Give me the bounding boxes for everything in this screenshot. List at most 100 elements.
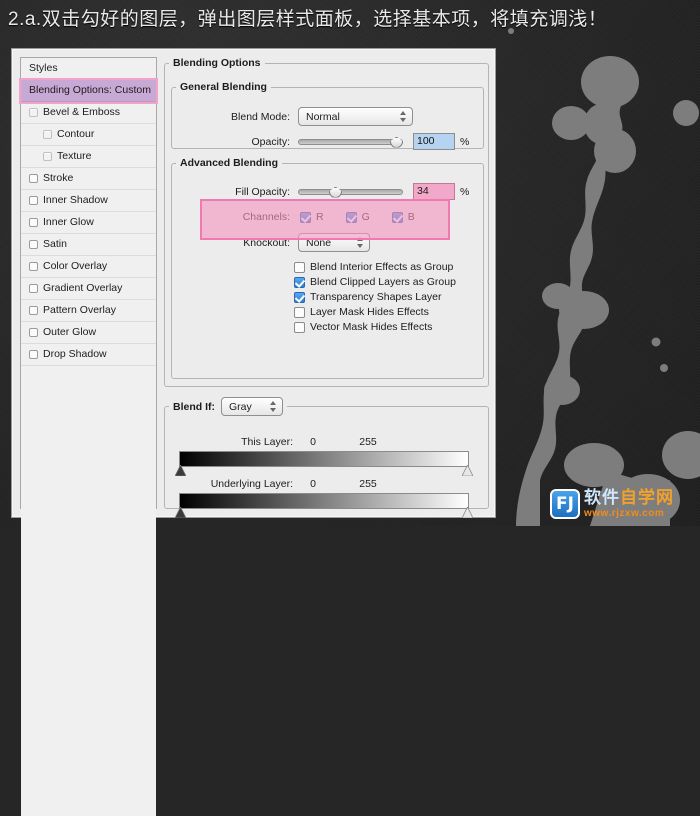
checkbox-icon[interactable] bbox=[29, 306, 38, 315]
checkbox-row-transparency-shapes-layer[interactable]: Transparency Shapes Layer bbox=[294, 291, 456, 303]
layer-style-dialog: Styles Blending Options: Custom Bevel & … bbox=[11, 48, 496, 816]
checkbox-icon[interactable] bbox=[29, 240, 38, 249]
checkbox-icon[interactable] bbox=[345, 211, 357, 223]
channel-label: G bbox=[361, 211, 370, 223]
watermark-name-blue: 软件 bbox=[584, 488, 620, 507]
opacity-input[interactable]: 100 bbox=[413, 133, 455, 150]
checkbox-icon[interactable] bbox=[29, 108, 38, 117]
sidebar-item-label: Texture bbox=[57, 150, 92, 162]
sidebar-item-bevel-emboss[interactable]: Bevel & Emboss bbox=[21, 102, 156, 124]
checkbox-icon[interactable] bbox=[29, 218, 38, 227]
styles-list-panel[interactable]: Styles Blending Options: Custom Bevel & … bbox=[20, 57, 157, 816]
checkbox-icon[interactable] bbox=[29, 174, 38, 183]
fill-opacity-slider[interactable] bbox=[298, 185, 403, 199]
checkbox-icon[interactable] bbox=[29, 328, 38, 337]
checkbox-icon[interactable] bbox=[294, 261, 305, 273]
styles-empty-area bbox=[21, 366, 156, 816]
checkbox-icon[interactable] bbox=[29, 262, 38, 271]
blend-if-value: Gray bbox=[229, 400, 252, 413]
checkbox-icon[interactable] bbox=[29, 196, 38, 205]
sidebar-item-label: Drop Shadow bbox=[43, 348, 107, 360]
sidebar-item-label: Contour bbox=[57, 128, 95, 140]
sidebar-item-gradient-overlay[interactable]: Gradient Overlay bbox=[21, 278, 156, 300]
sidebar-item-pattern-overlay[interactable]: Pattern Overlay bbox=[21, 300, 156, 322]
chevron-updown-icon bbox=[356, 236, 365, 249]
checkbox-label: Layer Mask Hides Effects bbox=[310, 306, 429, 318]
fill-opacity-slider-track bbox=[298, 188, 403, 195]
channel-label: R bbox=[316, 211, 324, 223]
checkbox-icon[interactable] bbox=[294, 276, 305, 288]
checkbox-icon[interactable] bbox=[43, 130, 52, 139]
blending-options-legend: Blending Options bbox=[173, 57, 261, 69]
sidebar-item-inner-glow[interactable]: Inner Glow bbox=[21, 212, 156, 234]
sidebar-item-label: Outer Glow bbox=[43, 326, 97, 338]
sidebar-item-inner-shadow[interactable]: Inner Shadow bbox=[21, 190, 156, 212]
advanced-blending-checkbox-list[interactable]: Blend Interior Effects as Group Blend Cli… bbox=[294, 261, 456, 336]
channel-r[interactable]: R bbox=[300, 211, 324, 223]
sidebar-item-blending-options-custom[interactable]: Blending Options: Custom bbox=[21, 80, 156, 102]
this-layer-max: 255 bbox=[359, 436, 377, 448]
advanced-blending-group: Advanced Blending Fill Opacity: 34 % Cha… bbox=[171, 157, 484, 379]
underlying-layer-white-stop[interactable] bbox=[462, 507, 473, 518]
sidebar-item-contour[interactable]: Contour bbox=[21, 124, 156, 146]
this-layer-slider[interactable] bbox=[175, 451, 473, 476]
sidebar-item-label: Stroke bbox=[43, 172, 74, 184]
checkbox-icon[interactable] bbox=[29, 284, 38, 293]
sidebar-item-satin[interactable]: Satin bbox=[21, 234, 156, 256]
opacity-unit: % bbox=[460, 135, 470, 148]
checkbox-row-blend-clipped-layers-as-group[interactable]: Blend Clipped Layers as Group bbox=[294, 276, 456, 288]
checkbox-icon[interactable] bbox=[294, 306, 305, 318]
fill-opacity-input[interactable]: 34 bbox=[413, 183, 455, 200]
checkbox-row-layer-mask-hides-effects[interactable]: Layer Mask Hides Effects bbox=[294, 306, 456, 318]
sidebar-item-drop-shadow[interactable]: Drop Shadow bbox=[21, 344, 156, 366]
checkbox-row-blend-interior-effects-as-group[interactable]: Blend Interior Effects as Group bbox=[294, 261, 456, 273]
checkbox-icon[interactable] bbox=[43, 152, 52, 161]
blending-options-group: Blending Options General Blending Blend … bbox=[164, 57, 489, 387]
sidebar-item-label: Inner Shadow bbox=[43, 194, 108, 206]
page-title: 2.a.双击勾好的图层，弹出图层样式面板，选择基本项，将填充调浅！ bbox=[8, 9, 608, 30]
checkbox-row-vector-mask-hides-effects[interactable]: Vector Mask Hides Effects bbox=[294, 321, 456, 333]
sidebar-item-label: Inner Glow bbox=[43, 216, 94, 228]
underlying-layer-min: 0 bbox=[310, 478, 316, 490]
checkbox-icon[interactable] bbox=[391, 211, 403, 223]
blend-if-select[interactable]: Gray bbox=[221, 397, 283, 416]
this-layer-white-stop[interactable] bbox=[462, 465, 473, 476]
sidebar-item-outer-glow[interactable]: Outer Glow bbox=[21, 322, 156, 344]
ink-splatter-graphic bbox=[498, 0, 700, 526]
checkbox-icon[interactable] bbox=[294, 321, 305, 333]
checkbox-label: Transparency Shapes Layer bbox=[310, 291, 442, 303]
checkbox-icon[interactable] bbox=[300, 211, 311, 223]
channel-g[interactable]: G bbox=[345, 211, 370, 223]
channels-label: Channels: bbox=[242, 211, 290, 223]
channel-b[interactable]: B bbox=[391, 211, 415, 223]
underlying-layer-block: Underlying Layer: 0 255 bbox=[175, 478, 473, 518]
sidebar-item-color-overlay[interactable]: Color Overlay bbox=[21, 256, 156, 278]
knockout-select[interactable]: None bbox=[298, 233, 370, 252]
blend-if-legend: Blend If: Gray bbox=[169, 397, 287, 416]
underlying-layer-gradient-bar[interactable] bbox=[179, 493, 469, 509]
checkbox-icon[interactable] bbox=[294, 291, 305, 303]
fill-opacity-unit: % bbox=[460, 185, 470, 198]
watermark-logo-icon: FJ bbox=[550, 489, 580, 519]
styles-effect-list[interactable]: Bevel & Emboss Contour Texture Stroke Inner … bbox=[21, 102, 156, 366]
opacity-slider[interactable] bbox=[298, 135, 403, 149]
sidebar-item-label: Color Overlay bbox=[43, 260, 108, 272]
this-layer-block: This Layer: 0 255 bbox=[175, 436, 473, 476]
channel-label: B bbox=[407, 211, 415, 223]
sidebar-item-stroke[interactable]: Stroke bbox=[21, 168, 156, 190]
checkbox-label: Blend Interior Effects as Group bbox=[310, 261, 454, 273]
underlying-layer-black-stop[interactable] bbox=[175, 507, 186, 518]
underlying-layer-slider[interactable] bbox=[175, 493, 473, 518]
this-layer-black-stop[interactable] bbox=[175, 465, 186, 476]
blending-options-pane: Blending Options General Blending Blend … bbox=[164, 57, 489, 518]
underlying-layer-label: Underlying Layer: bbox=[210, 478, 293, 490]
underlying-layer-labels: Underlying Layer: 0 255 bbox=[179, 478, 469, 490]
blend-mode-row: Blend Mode: Normal bbox=[172, 107, 472, 126]
watermark-site-name: 软件自学网 bbox=[584, 489, 674, 506]
sidebar-item-texture[interactable]: Texture bbox=[21, 146, 156, 168]
checkbox-icon[interactable] bbox=[29, 350, 38, 359]
this-layer-gradient-bar[interactable] bbox=[179, 451, 469, 467]
blend-mode-select[interactable]: Normal bbox=[298, 107, 413, 126]
checkbox-label: Blend Clipped Layers as Group bbox=[310, 276, 456, 288]
channels-checkbox-group[interactable]: RGB bbox=[300, 211, 437, 223]
